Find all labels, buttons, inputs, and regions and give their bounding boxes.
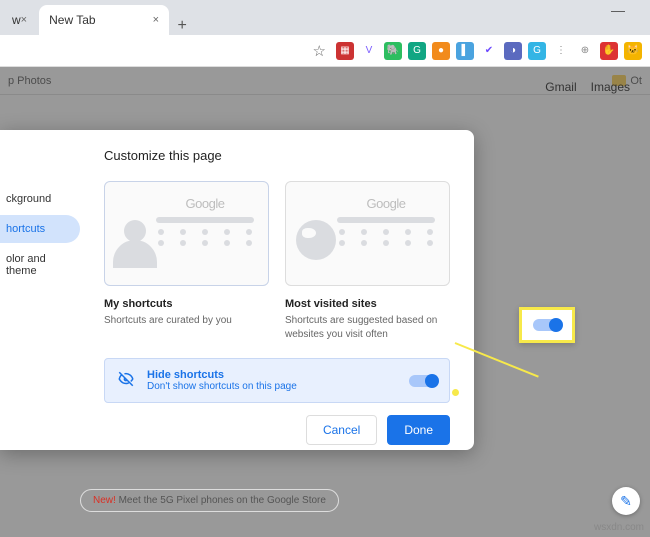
extension-icon[interactable]: ▦ bbox=[336, 42, 354, 60]
promo-new: New! bbox=[93, 495, 116, 506]
sidebar-item-shortcuts[interactable]: hortcuts bbox=[0, 215, 80, 243]
extension-icon[interactable]: V bbox=[360, 42, 378, 60]
adblock-icon[interactable]: ✋ bbox=[600, 42, 618, 60]
preview: Google bbox=[104, 181, 269, 286]
tab-background[interactable]: w × bbox=[2, 5, 37, 35]
globe-icon bbox=[296, 220, 336, 260]
minimize-icon[interactable]: — bbox=[611, 2, 635, 18]
customize-dialog: ckground hortcuts olor and theme Customi… bbox=[0, 130, 474, 450]
extension-icon[interactable]: ⊕ bbox=[576, 42, 594, 60]
promo-msg: Meet the 5G Pixel phones on the Google S… bbox=[116, 495, 326, 506]
customize-fab[interactable]: ✎ bbox=[612, 487, 640, 515]
extension-icon[interactable]: ✔ bbox=[480, 42, 498, 60]
tab-active[interactable]: New Tab × bbox=[39, 5, 169, 35]
google-logo: Google bbox=[337, 196, 435, 211]
extension-icon[interactable]: ▌ bbox=[456, 42, 474, 60]
promo-chip[interactable]: New! Meet the 5G Pixel phones on the Goo… bbox=[80, 489, 339, 512]
toggle-icon bbox=[533, 319, 561, 331]
card-title: My shortcuts bbox=[104, 298, 269, 310]
extension-icon[interactable]: ◑ bbox=[504, 42, 522, 60]
new-tab-button[interactable]: + bbox=[169, 17, 195, 35]
person-icon bbox=[113, 220, 157, 264]
close-icon[interactable]: × bbox=[153, 14, 159, 26]
bookmark-star-icon[interactable]: ☆ bbox=[313, 42, 326, 60]
eye-off-icon bbox=[117, 370, 135, 392]
done-button[interactable]: Done bbox=[387, 415, 450, 445]
top-links: Gmail Images bbox=[545, 80, 630, 94]
hide-desc: Don't show shortcuts on this page bbox=[147, 381, 297, 392]
images-link[interactable]: Images bbox=[591, 80, 630, 94]
annotation-callout bbox=[519, 307, 575, 343]
most-visited-card[interactable]: Google Most visited sites Shortcuts are … bbox=[285, 181, 450, 342]
card-title: Most visited sites bbox=[285, 298, 450, 310]
google-logo: Google bbox=[156, 196, 254, 211]
preview: Google bbox=[285, 181, 450, 286]
watermark: wsxdn.com bbox=[594, 522, 644, 533]
extension-icon[interactable]: G bbox=[528, 42, 546, 60]
hide-shortcuts-row: Hide shortcuts Don't show shortcuts on t… bbox=[104, 358, 450, 403]
option-cards: Google My shortcuts Shortcuts are curate… bbox=[104, 181, 450, 342]
hide-title: Hide shortcuts bbox=[147, 369, 297, 381]
cancel-button[interactable]: Cancel bbox=[306, 415, 377, 445]
dialog-content: Customize this page Google My shortcuts … bbox=[80, 130, 474, 450]
dialog-buttons: Cancel Done bbox=[104, 403, 450, 445]
window-controls: — bbox=[611, 2, 635, 18]
hide-shortcuts-toggle[interactable] bbox=[409, 375, 437, 387]
tab-label: New Tab bbox=[49, 13, 95, 27]
toolbar: ☆ ▦ V 🐘 G ● ▌ ✔ ◑ G ⋮ ⊕ ✋ 🐱 bbox=[0, 35, 650, 67]
close-icon[interactable]: × bbox=[21, 14, 27, 26]
profile-icon[interactable]: 🐱 bbox=[624, 42, 642, 60]
evernote-icon[interactable]: 🐘 bbox=[384, 42, 402, 60]
annotation-dot bbox=[452, 389, 459, 396]
grammarly-icon[interactable]: G bbox=[408, 42, 426, 60]
sidebar-item-background[interactable]: ckground bbox=[0, 185, 80, 213]
dialog-sidebar: ckground hortcuts olor and theme bbox=[0, 130, 80, 450]
dialog-title: Customize this page bbox=[104, 148, 450, 163]
my-shortcuts-card[interactable]: Google My shortcuts Shortcuts are curate… bbox=[104, 181, 269, 342]
card-desc: Shortcuts are suggested based on website… bbox=[285, 314, 450, 342]
tab-strip: w × New Tab × + bbox=[0, 0, 650, 35]
card-desc: Shortcuts are curated by you bbox=[104, 314, 269, 328]
hide-text: Hide shortcuts Don't show shortcuts on t… bbox=[147, 369, 297, 392]
gmail-link[interactable]: Gmail bbox=[545, 80, 576, 94]
sidebar-item-color[interactable]: olor and theme bbox=[0, 245, 80, 285]
tab-label: w bbox=[12, 13, 21, 27]
extension-icon[interactable]: ● bbox=[432, 42, 450, 60]
extension-icon[interactable]: ⋮ bbox=[552, 42, 570, 60]
